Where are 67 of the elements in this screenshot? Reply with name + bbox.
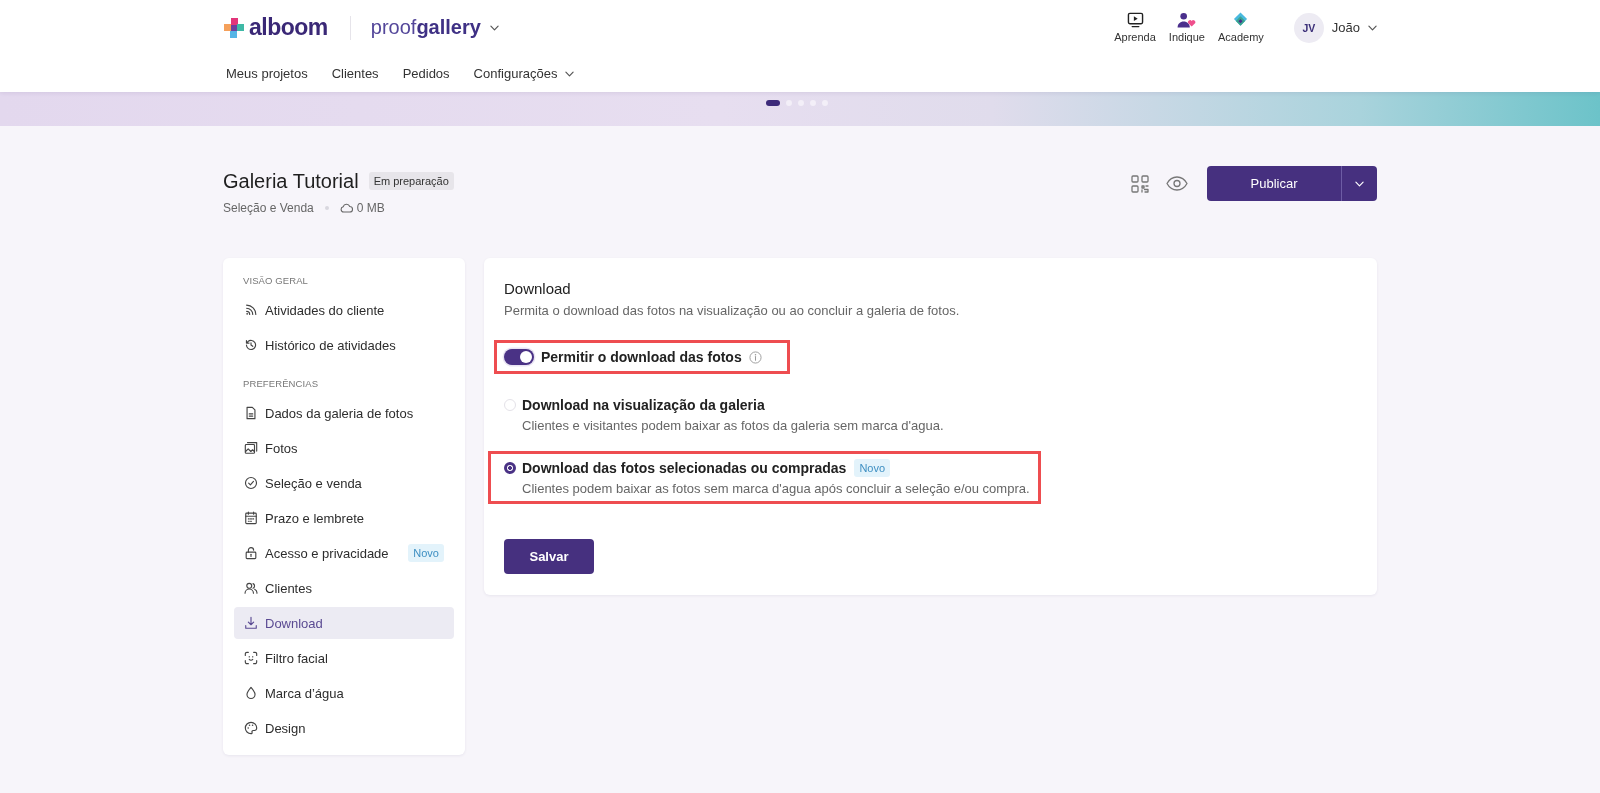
sidebar-item[interactable]: Histórico de atividades bbox=[234, 329, 454, 361]
toggle-switch[interactable] bbox=[504, 349, 534, 365]
brand-name: alboom bbox=[249, 16, 328, 39]
shortcut-link[interactable]: Academy bbox=[1217, 12, 1264, 43]
sidebar-item[interactable]: Fotos bbox=[234, 432, 454, 464]
status-tag: Em preparação bbox=[368, 172, 454, 190]
section-heading: VISÃO GERAL bbox=[242, 274, 309, 288]
lock-icon bbox=[244, 546, 258, 560]
person-heart-icon bbox=[1177, 12, 1197, 28]
chevron-down-icon bbox=[489, 24, 499, 31]
product-switcher[interactable]: proofgallery bbox=[370, 16, 499, 39]
nav-link[interactable]: Clientes bbox=[331, 66, 379, 81]
option-description: Clientes podem baixar as fotos sem marca d'agua após concluir a seleção e/ou compra. bbox=[522, 481, 1030, 497]
sidebar-item[interactable]: Atividades do cliente bbox=[234, 294, 454, 326]
check-circle-icon bbox=[244, 476, 258, 490]
nav-link[interactable]: Pedidos bbox=[402, 66, 450, 81]
section-title: Download bbox=[504, 279, 572, 299]
chevron-down-icon bbox=[565, 70, 575, 77]
toggle-label: Permitir o download das fotos bbox=[541, 349, 742, 365]
sidebar-item[interactable]: Acesso e privacidade Novo bbox=[234, 537, 454, 569]
user-menu[interactable]: JV João bbox=[1293, 12, 1377, 43]
shortcut-link[interactable]: Aprenda bbox=[1114, 12, 1156, 43]
option-label: Download das fotos selecionadas ou compradas bbox=[522, 460, 847, 476]
users-icon bbox=[244, 581, 258, 595]
new-tag: Novo bbox=[408, 544, 444, 562]
face-scan-icon bbox=[244, 651, 258, 665]
eye-icon[interactable] bbox=[1166, 176, 1188, 191]
chevron-down-icon bbox=[1368, 24, 1377, 31]
publish-button[interactable]: Publicar bbox=[1207, 166, 1341, 201]
logo-icon bbox=[223, 16, 245, 39]
save-button[interactable]: Salvar bbox=[504, 539, 594, 574]
diamond-icon bbox=[1233, 12, 1249, 28]
nav-link[interactable]: Meus projetos bbox=[226, 66, 308, 81]
drop-icon bbox=[244, 686, 258, 700]
storage-size: 0 MB bbox=[356, 201, 385, 215]
sidebar-item[interactable]: Filtro facial bbox=[234, 642, 454, 674]
radio-button[interactable] bbox=[504, 462, 516, 474]
info-icon bbox=[748, 350, 762, 364]
section-heading: PREFERÊNCIAS bbox=[242, 377, 320, 391]
images-icon bbox=[244, 441, 258, 455]
palette-icon bbox=[244, 721, 258, 735]
dropdown-button[interactable] bbox=[1341, 166, 1377, 201]
sidebar-item[interactable]: Marca d’água bbox=[234, 677, 454, 709]
history-icon bbox=[244, 338, 258, 352]
nav-menu[interactable]: Configurações bbox=[473, 66, 575, 81]
qr-code-icon[interactable] bbox=[1131, 174, 1149, 193]
monitor-play-icon bbox=[1126, 12, 1144, 28]
sidebar-item[interactable]: Dados da galeria de fotos bbox=[234, 397, 454, 429]
sidebar-item[interactable]: Clientes bbox=[234, 572, 454, 604]
sidebar-item[interactable]: Prazo e lembrete bbox=[234, 502, 454, 534]
new-tag: Novo bbox=[854, 459, 891, 477]
download-icon bbox=[244, 616, 258, 630]
chevron-down-icon bbox=[1355, 180, 1364, 187]
option-label: Download na visualização da galeria bbox=[522, 397, 765, 413]
gallery-title: Galeria Tutorial bbox=[223, 170, 359, 192]
sidebar-item[interactable]: Design bbox=[234, 712, 454, 744]
calendar-icon bbox=[244, 511, 258, 525]
sidebar-item[interactable]: Download bbox=[234, 607, 454, 639]
option-description: Clientes e visitantes podem baixar as fotos da galeria sem marca d'agua. bbox=[522, 418, 944, 434]
rss-icon bbox=[244, 303, 258, 317]
user-avatar: JV bbox=[1293, 12, 1324, 43]
shortcut-link[interactable]: Indique bbox=[1168, 12, 1205, 43]
document-icon bbox=[244, 406, 258, 420]
cloud-icon bbox=[339, 203, 353, 213]
gallery-type: Seleção e Venda bbox=[223, 201, 314, 215]
section-description: Permita o download das fotos na visualização ou ao concluir a galeria de fotos. bbox=[504, 303, 961, 319]
sidebar-item[interactable]: Seleção e venda bbox=[234, 467, 454, 499]
